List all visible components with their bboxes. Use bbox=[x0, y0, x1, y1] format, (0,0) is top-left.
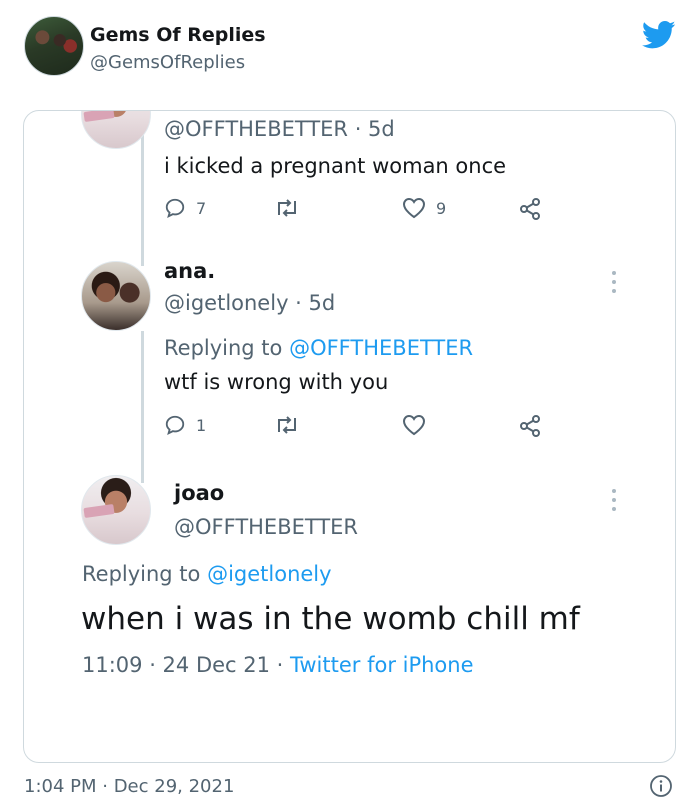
replying-to-prefix: Replying to bbox=[82, 562, 208, 586]
retweet-button[interactable] bbox=[274, 197, 300, 219]
heart-icon bbox=[402, 197, 426, 219]
tweet-handle-time: @OFFTHEBETTER · 5d bbox=[164, 117, 395, 141]
reply-button[interactable]: 1 bbox=[164, 414, 206, 436]
share-button[interactable] bbox=[518, 414, 542, 438]
tweet-meta: 11:09 · 24 Dec 21 · Twitter for iPhone bbox=[82, 653, 474, 677]
share-icon bbox=[520, 415, 540, 437]
like-count: 9 bbox=[436, 198, 447, 218]
avatar[interactable] bbox=[81, 475, 151, 545]
more-options-icon[interactable] bbox=[611, 271, 617, 293]
retweet-button[interactable] bbox=[274, 414, 300, 436]
share-button[interactable] bbox=[518, 197, 542, 221]
replying-to-prefix: Replying to bbox=[164, 336, 290, 360]
tweet-source[interactable]: Twitter for iPhone bbox=[290, 653, 474, 677]
tweet-handle-time: @igetlonely · 5d bbox=[164, 291, 336, 315]
heart-icon bbox=[402, 414, 426, 436]
thread-connector bbox=[141, 331, 144, 483]
like-button[interactable]: 9 bbox=[402, 197, 446, 219]
reply-icon bbox=[165, 198, 185, 218]
more-options-icon[interactable] bbox=[611, 489, 617, 511]
tweet-author-name[interactable]: joao bbox=[174, 481, 224, 505]
reply-count: 7 bbox=[196, 198, 207, 218]
tweet-handle: @OFFTHEBETTER bbox=[174, 515, 359, 539]
replying-to-line: Replying to @OFFTHEBETTER bbox=[164, 336, 473, 360]
embedded-tweet-header: Gems Of Replies @GemsOfReplies bbox=[24, 16, 676, 80]
replying-to-handle[interactable]: @igetlonely bbox=[207, 562, 332, 586]
tweet-text: when i was in the womb chill mf bbox=[81, 601, 580, 637]
author-display-name[interactable]: Gems Of Replies bbox=[90, 24, 266, 46]
share-icon bbox=[520, 198, 540, 220]
replying-to-handle[interactable]: @OFFTHEBETTER bbox=[289, 336, 473, 360]
avatar[interactable] bbox=[81, 261, 151, 331]
retweet-icon bbox=[278, 416, 296, 434]
author-handle[interactable]: @GemsOfReplies bbox=[90, 52, 245, 73]
tweet-time-date: 11:09 · 24 Dec 21 · bbox=[82, 653, 291, 677]
tweet-text: wtf is wrong with you bbox=[164, 370, 389, 394]
tweet-author-name[interactable]: ana. bbox=[164, 259, 215, 283]
reply-icon bbox=[165, 415, 185, 435]
info-icon[interactable] bbox=[649, 774, 673, 798]
author-avatar[interactable] bbox=[24, 16, 84, 76]
retweet-icon bbox=[278, 199, 296, 217]
reply-count: 1 bbox=[196, 415, 207, 435]
replying-to-line: Replying to @igetlonely bbox=[82, 562, 332, 586]
tweet-text: i kicked a pregnant woman once bbox=[164, 154, 507, 178]
like-button[interactable] bbox=[402, 414, 426, 436]
reply-button[interactable]: 7 bbox=[164, 197, 206, 219]
reply-thread-screenshot: @OFFTHEBETTER · 5d i kicked a pregnant w… bbox=[23, 110, 676, 763]
twitter-bird-icon[interactable] bbox=[642, 20, 676, 50]
embedded-tweet-timestamp[interactable]: 1:04 PM · Dec 29, 2021 bbox=[24, 776, 234, 797]
